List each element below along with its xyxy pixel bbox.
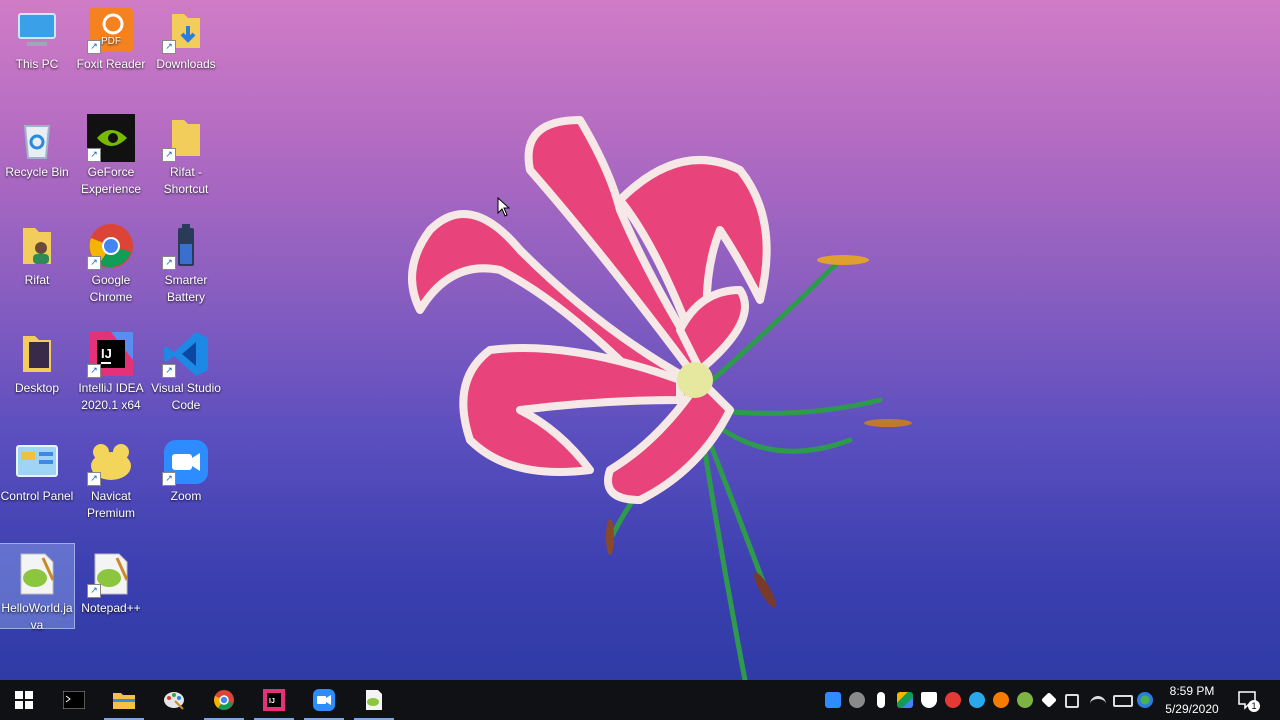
shortcut-arrow-icon: ↗ — [87, 40, 101, 54]
navicat-icon: ↗ — [87, 438, 135, 486]
battery-icon: ↗ — [162, 222, 210, 270]
desktop-icon-control-panel[interactable]: Control Panel — [0, 432, 74, 505]
shortcut-arrow-icon: ↗ — [87, 364, 101, 378]
desktop-icon-recycle-bin[interactable]: Recycle Bin — [0, 108, 74, 181]
desktop-icon-zoom[interactable]: ↗ Zoom — [149, 432, 223, 505]
start-button[interactable] — [0, 680, 48, 720]
intellij-icon: IJ — [263, 689, 285, 711]
user-folder-icon — [13, 222, 61, 270]
shortcut-arrow-icon: ↗ — [87, 472, 101, 486]
shortcut-arrow-icon: ↗ — [162, 148, 176, 162]
taskbar-notepadpp[interactable] — [350, 680, 398, 720]
recycle-bin-icon — [13, 114, 61, 162]
taskbar-intellij[interactable]: IJ — [250, 680, 298, 720]
shortcut-arrow-icon: ↗ — [162, 364, 176, 378]
update-tray-icon[interactable] — [1017, 692, 1033, 708]
taskbar-file-explorer[interactable] — [100, 680, 148, 720]
taskbar-zoom[interactable] — [300, 680, 348, 720]
monitor-icon — [13, 6, 61, 54]
pdf-icon: PDF ↗ — [87, 6, 135, 54]
shortcut-arrow-icon: ↗ — [87, 148, 101, 162]
desktop-icon-rifat[interactable]: Rifat — [0, 216, 74, 289]
shortcut-arrow-icon: ↗ — [87, 256, 101, 270]
taskbar: IJ — [0, 680, 1280, 720]
telegram-tray-icon[interactable] — [969, 692, 985, 708]
security-shield-tray-icon[interactable] — [921, 692, 937, 708]
svg-text:IJ: IJ — [101, 346, 112, 361]
control-panel-icon — [13, 438, 61, 486]
skype-tray-icon[interactable] — [849, 692, 865, 708]
chrome-icon: ↗ — [87, 222, 135, 270]
desktop-icon-helloworld-java[interactable]: HelloWorld.java — [0, 543, 75, 632]
microphone-tray-icon[interactable] — [877, 692, 885, 708]
notepadpp-file-icon — [13, 550, 61, 598]
mouse-cursor-icon — [497, 197, 511, 217]
clock-time: 8:59 PM — [1169, 684, 1215, 698]
clock-date: 5/29/2020 — [1165, 702, 1219, 716]
folder-icon: ↗ — [162, 114, 210, 162]
desktop-icon-google-chrome[interactable]: ↗ Google Chrome — [74, 216, 148, 306]
intellij-icon: IJ ↗ — [87, 330, 135, 378]
volume-tray-icon[interactable] — [1065, 694, 1079, 708]
desktop-icon-downloads[interactable]: ↗ Downloads — [149, 0, 223, 73]
svg-text:IJ: IJ — [269, 698, 275, 705]
notepadpp-icon — [366, 690, 382, 710]
shortcut-arrow-icon: ↗ — [162, 40, 176, 54]
shortcut-arrow-icon: ↗ — [87, 584, 101, 598]
zoom-icon: ↗ — [162, 438, 210, 486]
orange-app-tray-icon[interactable] — [993, 692, 1009, 708]
chrome-icon — [214, 690, 234, 710]
desktop-icon-smarter-battery[interactable]: ↗ Smarter Battery — [149, 216, 223, 306]
battery-tray-icon[interactable] — [1113, 695, 1133, 707]
vscode-icon: ↗ — [162, 330, 210, 378]
action-center-button[interactable]: 1 — [1236, 688, 1260, 712]
zoom-icon — [313, 689, 335, 711]
desktop-icon-this-pc[interactable]: This PC — [0, 0, 74, 73]
google-drive-tray-icon[interactable] — [897, 692, 913, 708]
desktop-icon-intellij-idea[interactable]: IJ ↗ IntelliJ IDEA 2020.1 x64 — [74, 324, 148, 414]
folder-icon — [13, 330, 61, 378]
red-app-tray-icon[interactable] — [945, 692, 961, 708]
notepadpp-icon: ↗ — [87, 550, 135, 598]
taskbar-clock[interactable]: 8:59 PM 5/29/2020 — [1150, 682, 1234, 718]
shortcut-arrow-icon: ↗ — [162, 472, 176, 486]
terminal-icon — [63, 691, 85, 709]
desktop-icon-notepadpp[interactable]: ↗ Notepad++ — [74, 544, 148, 617]
zoom-tray-icon[interactable] — [825, 692, 841, 708]
desktop-icon-geforce-experience[interactable]: ↗ GeForce Experience — [74, 108, 148, 198]
folder-icon: ↗ — [162, 6, 210, 54]
windows-start-icon — [15, 691, 33, 709]
desktop-icon-foxit-reader[interactable]: PDF ↗ Foxit Reader — [74, 0, 148, 73]
notification-count: 1 — [1248, 700, 1260, 712]
file-explorer-icon — [113, 693, 135, 709]
dropbox-tray-icon[interactable] — [1041, 692, 1057, 708]
desktop-icon-desktop[interactable]: Desktop — [0, 324, 74, 397]
shortcut-arrow-icon: ↗ — [162, 256, 176, 270]
desktop-icon-navicat-premium[interactable]: ↗ Navicat Premium — [74, 432, 148, 522]
nvidia-icon: ↗ — [87, 114, 135, 162]
desktop-icon-visual-studio-code[interactable]: ↗ Visual Studio Code — [149, 324, 223, 414]
taskbar-paint[interactable] — [150, 680, 198, 720]
taskbar-chrome[interactable] — [200, 680, 248, 720]
taskbar-terminal[interactable] — [50, 680, 98, 720]
paint-icon — [164, 692, 184, 710]
desktop-icon-rifat-shortcut[interactable]: ↗ Rifat - Shortcut — [149, 108, 223, 198]
svg-text:PDF: PDF — [101, 36, 121, 47]
wifi-tray-icon[interactable] — [1090, 696, 1106, 709]
